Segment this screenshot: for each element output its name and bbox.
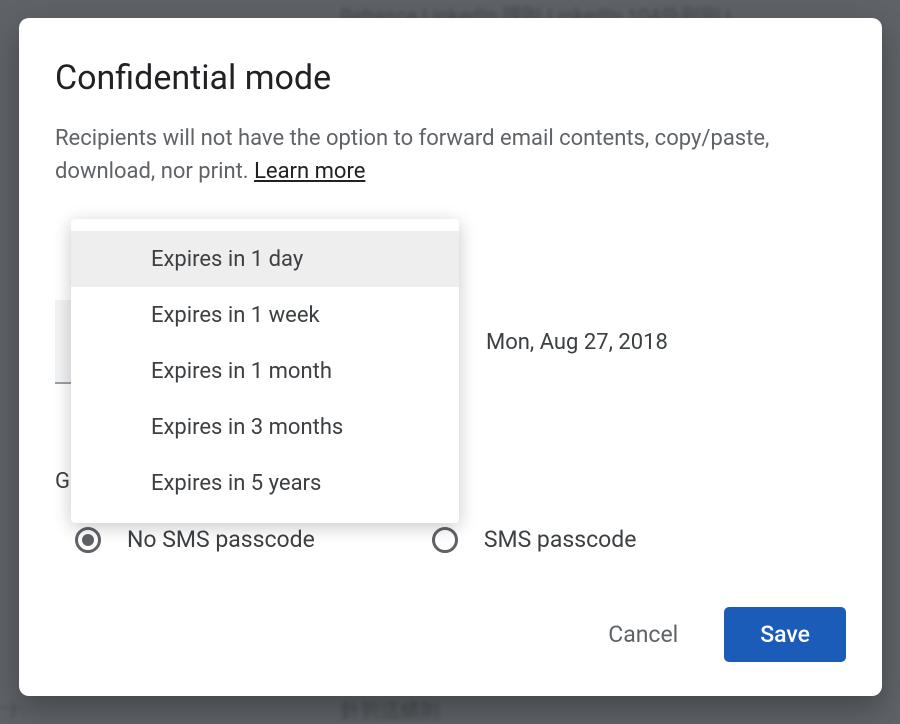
sms-passcode-label: SMS passcode <box>484 526 637 553</box>
expiration-date-text: Mon, Aug 27, 2018 <box>486 330 668 355</box>
expiration-option-5-years[interactable]: Expires in 5 years <box>71 455 459 511</box>
sms-passcode-radio[interactable]: SMS passcode <box>432 526 637 553</box>
learn-more-link[interactable]: Learn more <box>254 159 365 184</box>
dialog-button-row: Cancel Save <box>600 607 846 662</box>
backdrop-text: 針到這績則 <box>340 695 440 724</box>
dialog-description: Recipients will not have the option to f… <box>55 122 846 188</box>
no-sms-passcode-radio[interactable]: No SMS passcode <box>75 526 315 553</box>
no-sms-passcode-label: No SMS passcode <box>127 526 315 553</box>
expiration-dropdown: Expires in 1 day Expires in 1 week Expir… <box>71 219 459 523</box>
expiration-option-1-week[interactable]: Expires in 1 week <box>71 287 459 343</box>
radio-unselected-icon <box>432 527 458 553</box>
radio-selected-icon <box>75 527 101 553</box>
expiration-option-1-month[interactable]: Expires in 1 month <box>71 343 459 399</box>
dialog-description-text: Recipients will not have the option to f… <box>55 126 769 184</box>
dialog-title: Confidential mode <box>55 58 846 98</box>
expiration-option-1-day[interactable]: Expires in 1 day <box>71 231 459 287</box>
expiration-option-3-months[interactable]: Expires in 3 months <box>71 399 459 455</box>
passcode-radio-group: No SMS passcode SMS passcode <box>75 526 636 553</box>
save-button[interactable]: Save <box>724 607 846 662</box>
confidential-mode-dialog: Confidential mode Recipients will not ha… <box>19 18 882 696</box>
cancel-button[interactable]: Cancel <box>600 611 686 658</box>
backdrop-text: --j-. <box>0 695 27 719</box>
